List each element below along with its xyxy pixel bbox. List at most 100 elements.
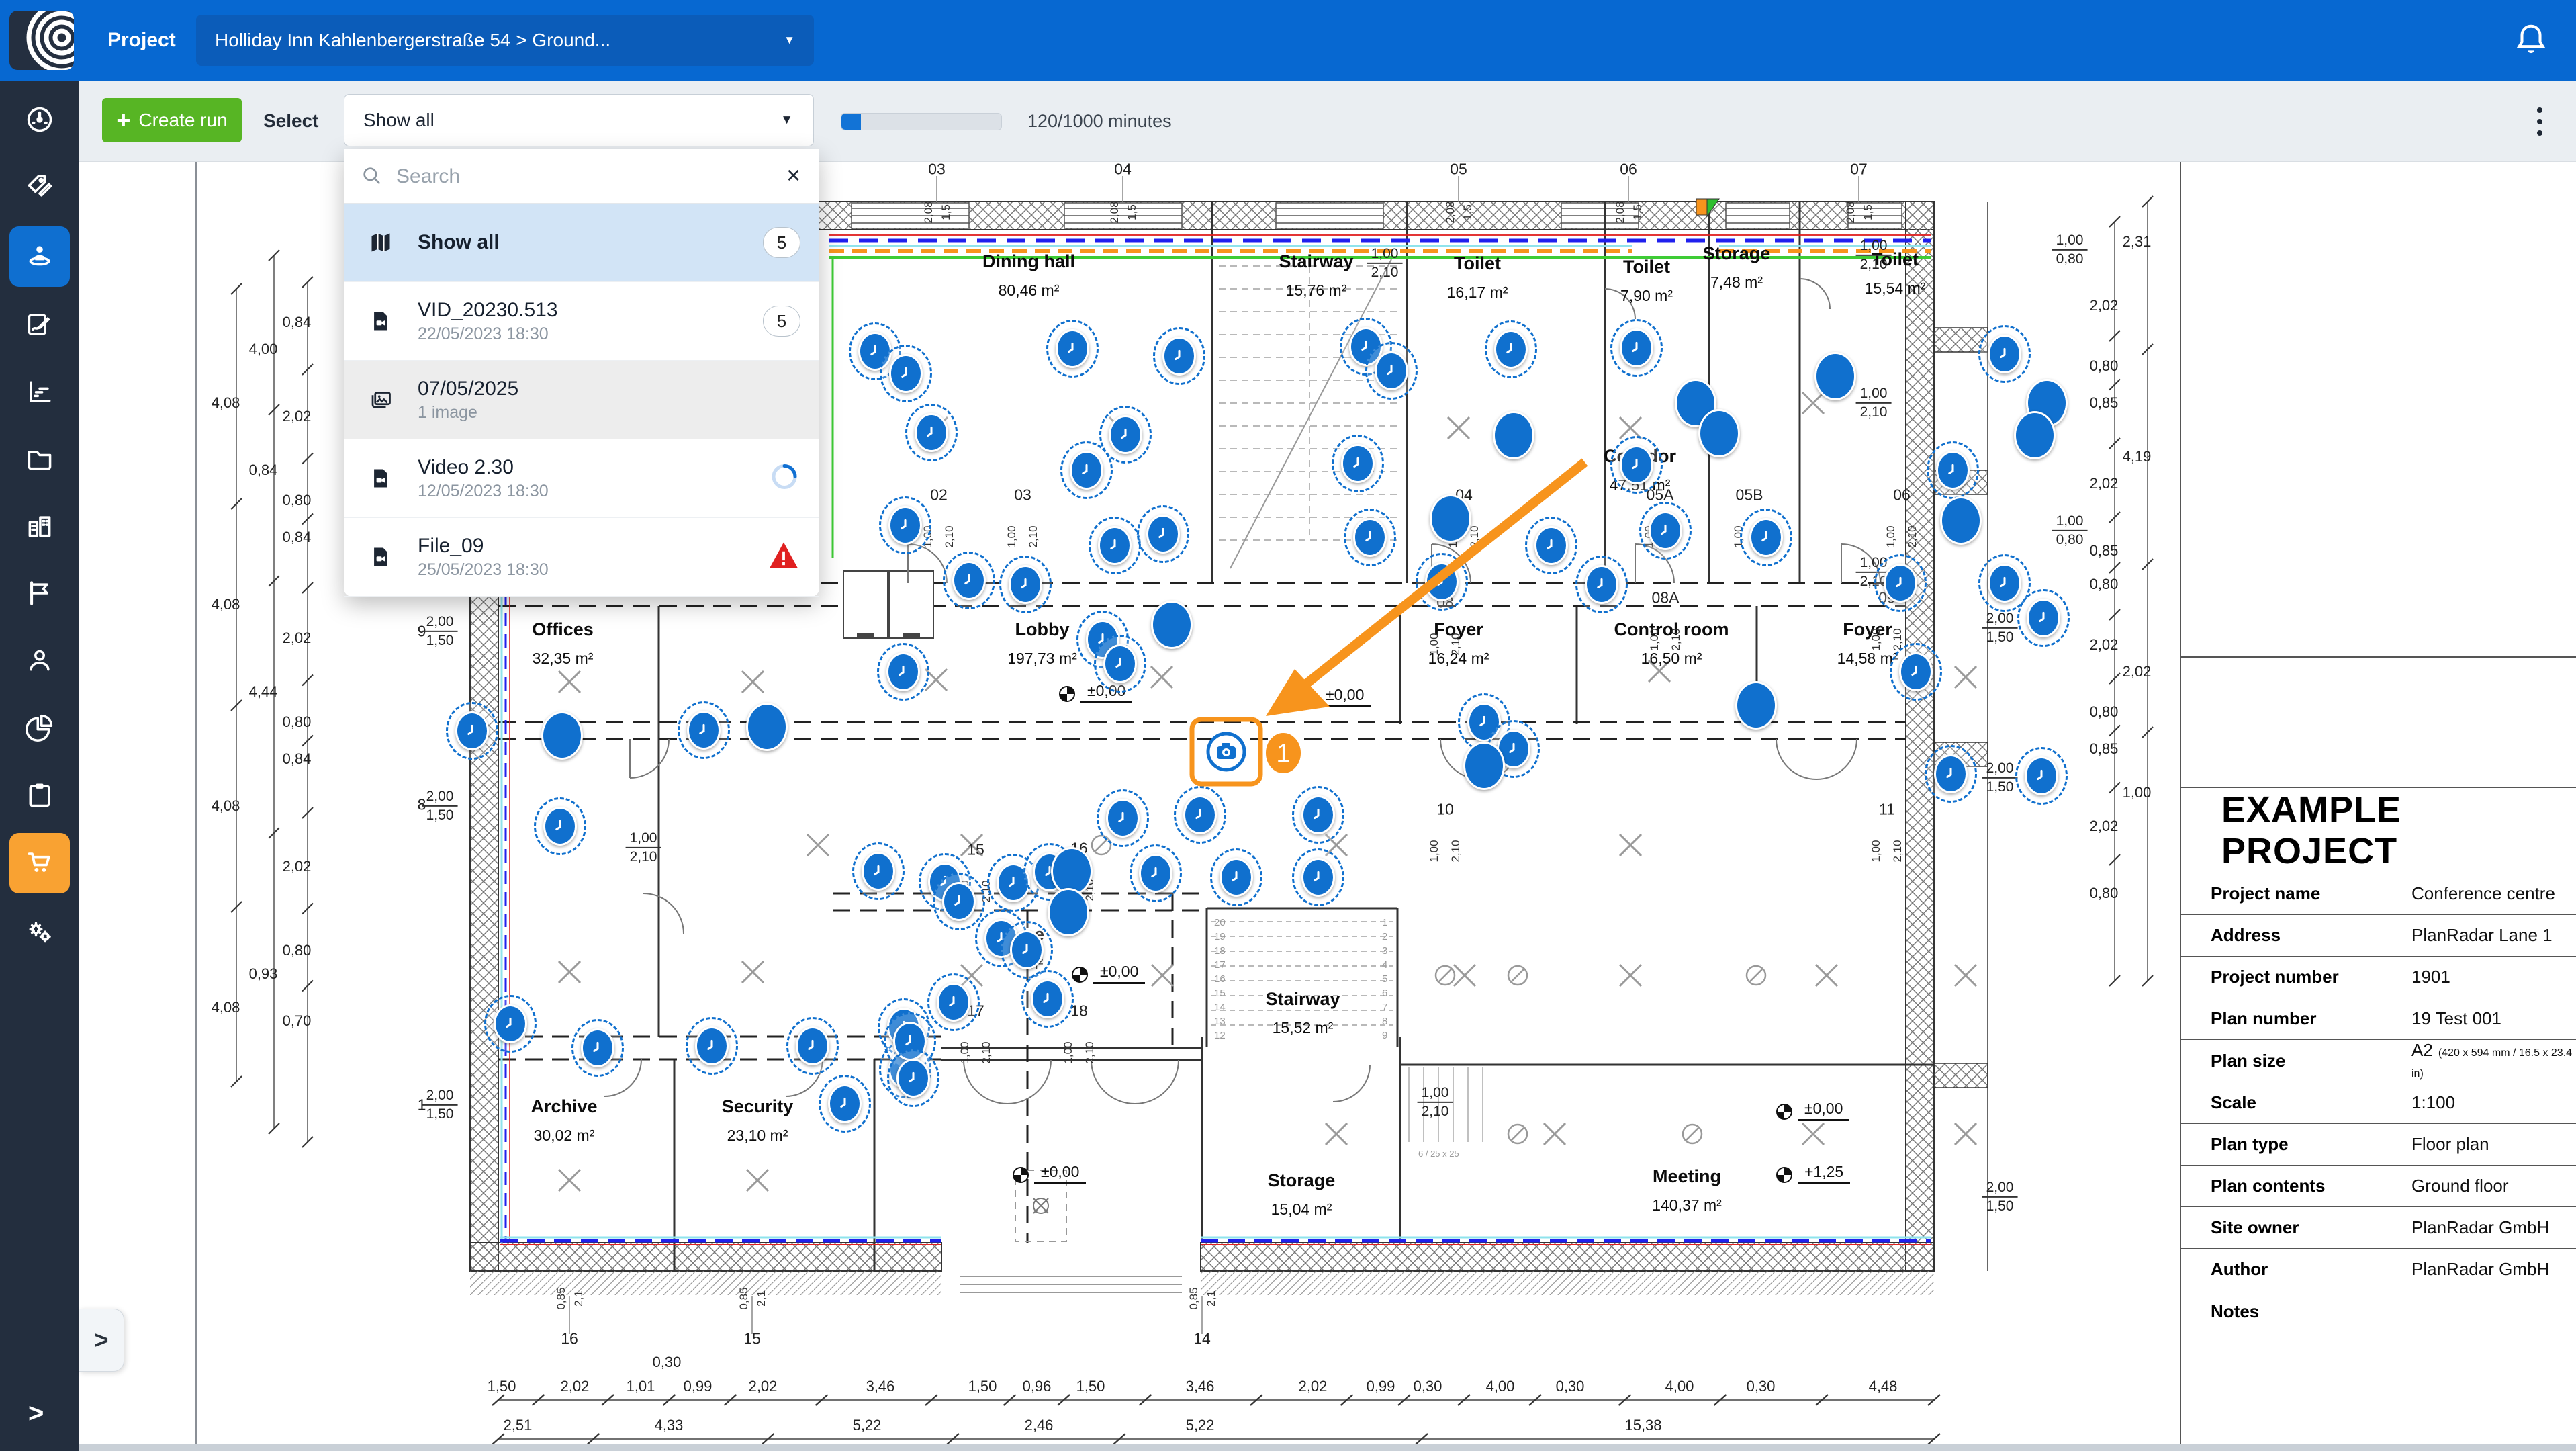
plan-marker-clock[interactable] [687, 711, 721, 750]
more-options-kebab-icon[interactable] [2526, 103, 2553, 140]
plan-marker-dot[interactable] [1493, 411, 1534, 459]
planradar-logo[interactable] [9, 11, 74, 70]
sidebar-item-buildings[interactable] [9, 497, 70, 558]
plan-marker-clock[interactable] [1988, 335, 2021, 373]
project-selector[interactable]: Holliday Inn Kahlenbergerstraße 54 > Gro… [196, 15, 814, 66]
plan-marker-clock[interactable] [1162, 337, 1196, 376]
plan-marker-clock[interactable] [581, 1028, 614, 1067]
plan-marker-clock[interactable] [1375, 351, 1408, 390]
plan-marker-dot[interactable] [1735, 681, 1777, 730]
plan-marker-clock[interactable] [2025, 756, 2058, 795]
plan-marker-clock[interactable] [494, 1004, 527, 1043]
plan-marker-dot[interactable] [2014, 411, 2056, 459]
sidebar-item-dashboard-gauge[interactable] [9, 91, 70, 151]
dropdown-item-show-all[interactable]: Show all 5 [344, 204, 819, 282]
plan-marker-clock[interactable] [889, 354, 923, 393]
site-plan-person-icon [25, 240, 54, 273]
plan-marker-clock[interactable] [1585, 565, 1618, 604]
sidebar-item-pie-chart[interactable] [9, 699, 70, 759]
sidebar-item-clipboard[interactable] [9, 766, 70, 826]
plan-marker-clock[interactable] [1146, 515, 1180, 554]
sidebar-item-stats-chart[interactable] [9, 363, 70, 423]
sidebar-item-flag[interactable] [9, 564, 70, 625]
contact-person-icon [25, 646, 54, 678]
plan-marker-clock[interactable] [1106, 799, 1140, 838]
plan-marker-dot[interactable] [1463, 742, 1505, 790]
plan-marker-clock[interactable] [1031, 979, 1064, 1018]
count-badge: 5 [763, 227, 800, 258]
plan-marker-dot[interactable] [541, 711, 583, 760]
sidebar-item-contact-person[interactable] [9, 631, 70, 692]
close-icon[interactable]: × [786, 161, 800, 189]
plan-marker-clock[interactable] [886, 652, 920, 691]
plan-marker-clock[interactable] [1070, 451, 1103, 490]
plan-marker-clock[interactable] [455, 711, 489, 750]
plan-marker-clock[interactable] [828, 1084, 862, 1123]
minutes-progress-fill [841, 114, 861, 130]
plan-marker-clock[interactable] [2027, 599, 2060, 637]
plan-marker-clock[interactable] [695, 1026, 729, 1065]
chevron-down-icon: ▼ [784, 15, 795, 66]
plan-marker-clock[interactable] [1139, 854, 1172, 893]
sidebar-collapse-icon[interactable]: > [28, 1399, 44, 1429]
plan-marker-clock[interactable] [942, 882, 976, 921]
horizontal-scrollbar[interactable] [79, 1444, 2576, 1451]
plan-marker-dot[interactable] [1814, 352, 1856, 400]
plan-marker-clock[interactable] [1109, 415, 1142, 454]
plan-marker-clock[interactable] [1010, 930, 1044, 969]
sidebar-item-shopping-cart[interactable] [9, 833, 70, 893]
plan-marker-clock[interactable] [1220, 858, 1253, 897]
sidebar-item-site-plan-person[interactable] [9, 226, 70, 287]
plan-marker-clock[interactable] [1749, 518, 1783, 557]
create-run-button[interactable]: + Create run [102, 98, 242, 142]
sidebar-expand-tab[interactable]: > [79, 1309, 124, 1372]
plan-marker-clock[interactable] [888, 506, 922, 545]
sidebar-item-folder[interactable] [9, 430, 70, 490]
plan-marker-clock[interactable] [1301, 858, 1335, 897]
plan-marker-dot[interactable] [1940, 496, 1982, 545]
plan-marker-clock[interactable] [1341, 444, 1375, 483]
plan-marker-clock[interactable] [1056, 329, 1089, 368]
plan-marker-clock[interactable] [796, 1026, 829, 1065]
plan-marker-dot[interactable] [1698, 409, 1740, 457]
plan-marker-clock[interactable] [1620, 445, 1653, 484]
plan-marker-clock[interactable] [1884, 564, 1917, 603]
minutes-progress-bar [841, 113, 1002, 130]
sidebar-item-report-signature[interactable] [9, 296, 70, 356]
dropdown-item-file_09[interactable]: File_0925/05/2023 18:30 [344, 518, 819, 597]
plan-marker-clock[interactable] [1098, 526, 1132, 565]
search-input[interactable] [395, 157, 760, 196]
plan-marker-clock[interactable] [1425, 562, 1459, 601]
plan-marker-clock[interactable] [1936, 451, 1970, 490]
plan-marker-dot[interactable] [746, 703, 788, 751]
dropdown-item-video-2-30[interactable]: Video 2.3012/05/2023 18:30 [344, 439, 819, 518]
plan-marker-dot[interactable] [1151, 601, 1193, 649]
plan-marker-dot[interactable] [1430, 494, 1471, 543]
plan-marker-clock[interactable] [1988, 564, 2021, 603]
plan-marker-clock[interactable] [1620, 328, 1653, 367]
plan-marker-clock[interactable] [1934, 754, 1968, 793]
notifications-bell-icon[interactable] [2513, 21, 2550, 59]
plan-marker-clock[interactable] [896, 1059, 930, 1098]
plan-marker-dot[interactable] [1048, 888, 1089, 936]
plan-marker-clock[interactable] [1494, 330, 1528, 369]
sidebar-item-tags[interactable] [9, 158, 70, 218]
dropdown-item-07-05-2025[interactable]: 07/05/20251 image [344, 361, 819, 439]
dropdown-item-title: Show all [418, 231, 500, 254]
plan-marker-clock[interactable] [952, 561, 986, 600]
plan-marker-clock[interactable] [1353, 518, 1387, 557]
plan-marker-clock[interactable] [1534, 526, 1568, 565]
plan-marker-clock[interactable] [915, 413, 948, 452]
sidebar-item-settings-gears[interactable] [9, 904, 70, 964]
plan-marker-clock[interactable] [1649, 511, 1682, 550]
dropdown-item-vid_20230-513[interactable]: VID_20230.51322/05/2023 18:305 [344, 282, 819, 361]
plan-marker-clock[interactable] [543, 807, 577, 846]
plan-marker-clock[interactable] [1899, 652, 1933, 691]
plan-marker-clock[interactable] [862, 852, 895, 891]
filter-select[interactable]: Show all ▼ [344, 94, 814, 146]
plan-marker-clock[interactable] [1009, 565, 1042, 604]
plan-marker-clock[interactable] [1183, 795, 1217, 834]
plan-marker-clock[interactable] [1301, 795, 1335, 834]
plan-marker-clock[interactable] [937, 983, 970, 1022]
plan-marker-clock[interactable] [1103, 644, 1137, 683]
